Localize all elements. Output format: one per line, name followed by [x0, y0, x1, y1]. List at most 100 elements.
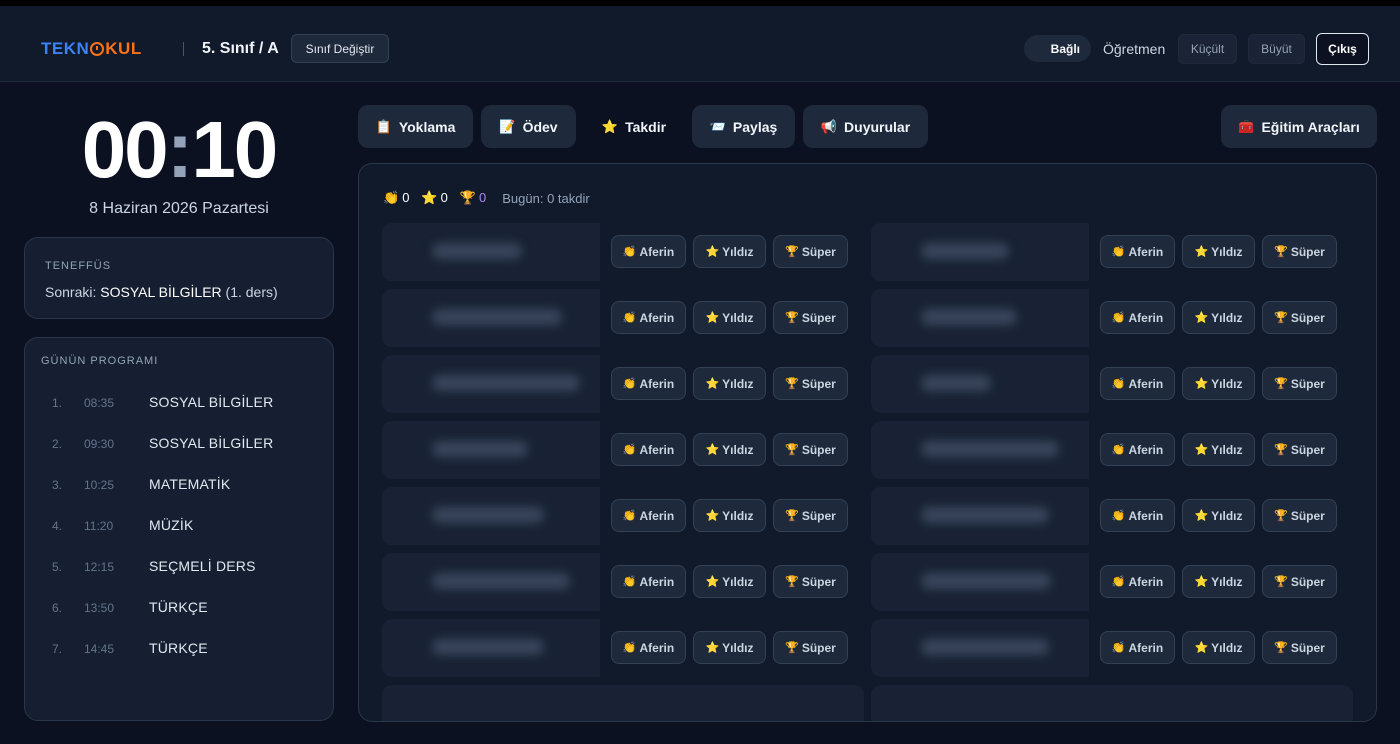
super-button[interactable]: 🏆 Süper [1262, 631, 1337, 664]
super-button[interactable]: 🏆 Süper [1262, 301, 1337, 334]
super-button[interactable]: 🏆 Süper [773, 433, 848, 466]
tab-label: Ödev [522, 118, 558, 135]
praise-actions: 👏 Aferin ⭐ Yıldız 🏆 Süper [1089, 289, 1353, 347]
student-name-blurred [432, 441, 528, 457]
yildiz-button[interactable]: ⭐ Yıldız [693, 235, 766, 268]
grow-button[interactable]: Büyüt [1248, 34, 1305, 64]
praise-button-label: Yıldız [722, 244, 754, 259]
lesson-time: 13:50 [84, 601, 115, 615]
tab-homework[interactable]: 📝 Ödev [481, 105, 576, 148]
aferin-button[interactable]: 👏 Aferin [1100, 499, 1175, 532]
yildiz-button[interactable]: ⭐ Yıldız [1182, 631, 1255, 664]
praise-actions: 👏 Aferin ⭐ Yıldız 🏆 Süper [600, 619, 864, 677]
yildiz-button[interactable]: ⭐ Yıldız [1182, 367, 1255, 400]
schedule-row: 7. 14:45 TÜRKÇE [25, 628, 335, 669]
yildiz-button[interactable]: ⭐ Yıldız [1182, 301, 1255, 334]
yildiz-button[interactable]: ⭐ Yıldız [1182, 235, 1255, 268]
praise-button-label: Yıldız [1211, 310, 1243, 325]
star-icon: ⭐ [705, 378, 720, 390]
student-row: 👏 Aferin ⭐ Yıldız 🏆 Süper [871, 421, 1353, 479]
tab-announcements[interactable]: 📢 Duyurular [803, 105, 928, 148]
praise-button-label: Yıldız [722, 310, 754, 325]
aferin-button[interactable]: 👏 Aferin [611, 301, 686, 334]
student-row: 👏 Aferin ⭐ Yıldız 🏆 Süper [382, 619, 864, 677]
super-button[interactable]: 🏆 Süper [773, 367, 848, 400]
aferin-button[interactable]: 👏 Aferin [1100, 367, 1175, 400]
clock-hours: 00 [81, 105, 169, 194]
tab-share[interactable]: 📨 Paylaş [692, 105, 795, 148]
yildiz-button[interactable]: ⭐ Yıldız [693, 631, 766, 664]
star-icon: ⭐ [1194, 642, 1209, 654]
super-button[interactable]: 🏆 Süper [773, 499, 848, 532]
praise-actions: 👏 Aferin ⭐ Yıldız 🏆 Süper [600, 355, 864, 413]
schedule-row: 3. 10:25 MATEMATİK [25, 464, 335, 505]
clap-icon: 👏 [1111, 312, 1126, 324]
super-button[interactable]: 🏆 Süper [1262, 565, 1337, 598]
logo-text-right: KUL [105, 39, 142, 58]
trophy-icon: 🏆 [785, 642, 799, 654]
app-logo: TEKN KUL [41, 39, 142, 59]
tab-praise[interactable]: ⭐ Takdir [586, 105, 682, 148]
aferin-button[interactable]: 👏 Aferin [1100, 301, 1175, 334]
aferin-button[interactable]: 👏 Aferin [611, 499, 686, 532]
aferin-button[interactable]: 👏 Aferin [611, 433, 686, 466]
super-button[interactable]: 🏆 Süper [1262, 235, 1337, 268]
yildiz-button[interactable]: ⭐ Yıldız [693, 301, 766, 334]
aferin-button[interactable]: 👏 Aferin [1100, 235, 1175, 268]
star-icon: ⭐ [1194, 444, 1209, 456]
lesson-subject: SEÇMELİ DERS [149, 558, 256, 574]
student-name-blurred [432, 507, 544, 523]
super-button[interactable]: 🏆 Süper [773, 235, 848, 268]
trophy-icon: 🏆 [785, 510, 799, 522]
super-button[interactable]: 🏆 Süper [773, 631, 848, 664]
lesson-number: 4. [52, 519, 63, 533]
logout-button[interactable]: Çıkış [1316, 33, 1369, 65]
super-button[interactable]: 🏆 Süper [1262, 433, 1337, 466]
praise-actions: 👏 Aferin ⭐ Yıldız 🏆 Süper [1089, 421, 1353, 479]
clap-icon: 👏 [1111, 510, 1126, 522]
student-row: 👏 Aferin ⭐ Yıldız 🏆 Süper [871, 619, 1353, 677]
tools-label: Eğitim Araçları [1261, 118, 1360, 135]
tab-attendance[interactable]: 📋 Yoklama [358, 105, 473, 148]
yildiz-button[interactable]: ⭐ Yıldız [1182, 499, 1255, 532]
tab-label: Takdir [625, 118, 667, 135]
lesson-number: 7. [52, 642, 63, 656]
aferin-button[interactable]: 👏 Aferin [611, 235, 686, 268]
lesson-subject: MÜZİK [149, 517, 194, 533]
praise-actions: 👏 Aferin ⭐ Yıldız 🏆 Süper [600, 223, 864, 281]
aferin-button[interactable]: 👏 Aferin [611, 565, 686, 598]
aferin-button[interactable]: 👏 Aferin [611, 367, 686, 400]
student-row: 👏 Aferin ⭐ Yıldız 🏆 Süper [871, 355, 1353, 413]
yildiz-button[interactable]: ⭐ Yıldız [693, 433, 766, 466]
super-button[interactable]: 🏆 Süper [1262, 499, 1337, 532]
yildiz-button[interactable]: ⭐ Yıldız [1182, 433, 1255, 466]
clap-icon: 👏 [383, 190, 400, 205]
super-button[interactable]: 🏆 Süper [773, 565, 848, 598]
praise-button-label: Aferin [1128, 310, 1164, 325]
yildiz-button[interactable]: ⭐ Yıldız [693, 367, 766, 400]
lesson-time: 11:20 [84, 519, 114, 533]
yildiz-button[interactable]: ⭐ Yıldız [693, 565, 766, 598]
praise-button-label: Yıldız [1211, 442, 1243, 457]
envelope-icon: 📨 [709, 118, 726, 134]
shrink-button[interactable]: Küçült [1178, 34, 1237, 64]
praise-button-label: Yıldız [1211, 640, 1243, 655]
praise-panel: 👏 0 ⭐ 0 🏆 0 Bugün: 0 takdir 👏 Aferin ⭐ Yıldız 🏆… [358, 163, 1377, 722]
education-tools-button[interactable]: 🧰 Eğitim Araçları [1221, 105, 1377, 148]
praise-actions: 👏 Aferin ⭐ Yıldız 🏆 Süper [1089, 355, 1353, 413]
clap-icon: 👏 [622, 444, 637, 456]
aferin-button[interactable]: 👏 Aferin [1100, 631, 1175, 664]
change-class-button[interactable]: Sınıf Değiştir [291, 34, 389, 63]
header-divider [183, 42, 184, 56]
clipboard-icon: 📋 [375, 118, 392, 134]
aferin-button[interactable]: 👏 Aferin [1100, 433, 1175, 466]
aferin-button[interactable]: 👏 Aferin [1100, 565, 1175, 598]
praise-button-label: Süper [801, 508, 836, 523]
lesson-subject: MATEMATİK [149, 476, 231, 492]
aferin-button[interactable]: 👏 Aferin [611, 631, 686, 664]
yildiz-button[interactable]: ⭐ Yıldız [1182, 565, 1255, 598]
lesson-subject: TÜRKÇE [149, 599, 208, 615]
super-button[interactable]: 🏆 Süper [1262, 367, 1337, 400]
super-button[interactable]: 🏆 Süper [773, 301, 848, 334]
yildiz-button[interactable]: ⭐ Yıldız [693, 499, 766, 532]
